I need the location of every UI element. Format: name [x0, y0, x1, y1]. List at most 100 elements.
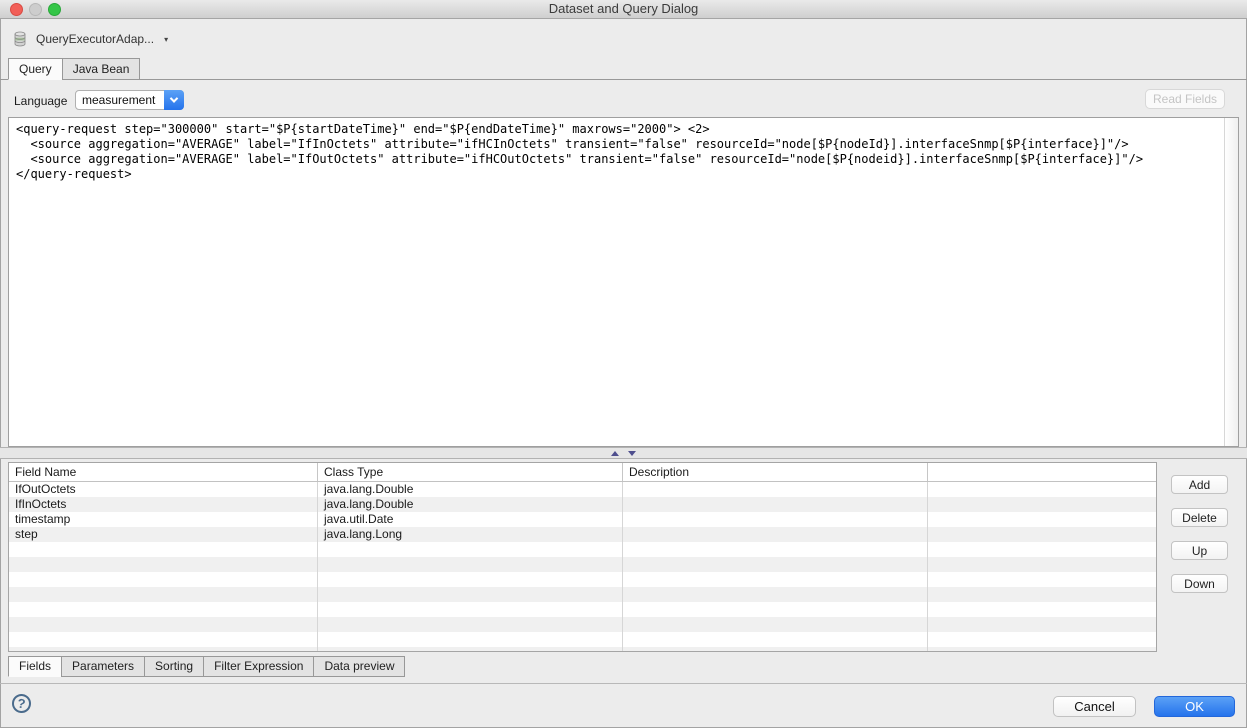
tab-query[interactable]: Query [8, 58, 63, 80]
tab-data-preview[interactable]: Data preview [313, 656, 405, 677]
table-cell [9, 587, 318, 602]
table-cell [623, 572, 928, 587]
table-cell [623, 647, 928, 652]
table-cell: java.util.Date [318, 512, 623, 527]
table-cell [318, 557, 623, 572]
table-cell [928, 527, 1156, 542]
tab-filter-expression[interactable]: Filter Expression [203, 656, 314, 677]
read-fields-button[interactable]: Read Fields [1145, 89, 1225, 109]
zoom-button[interactable] [48, 3, 61, 16]
tab-parameters[interactable]: Parameters [61, 656, 145, 677]
chevron-down-icon: ▾ [164, 35, 168, 44]
delete-button[interactable]: Delete [1171, 508, 1228, 527]
column-header-class-type[interactable]: Class Type [318, 463, 623, 481]
table-cell [9, 542, 318, 557]
fields-table-header: Field NameClass TypeDescription [9, 463, 1156, 482]
table-cell: java.lang.Long [318, 527, 623, 542]
fields-table: Field NameClass TypeDescription IfOutOct… [8, 462, 1157, 652]
table-row-empty[interactable] [9, 647, 1156, 652]
table-cell [623, 497, 928, 512]
query-editor[interactable]: <query-request step="300000" start="$P{s… [8, 117, 1239, 447]
table-row-empty[interactable] [9, 542, 1156, 557]
tab-java-bean[interactable]: Java Bean [62, 58, 141, 80]
table-cell [928, 647, 1156, 652]
language-select[interactable]: measurement [75, 90, 184, 110]
table-cell [9, 572, 318, 587]
table-cell [623, 512, 928, 527]
combo-dropdown-button[interactable] [164, 90, 184, 110]
table-cell [623, 557, 928, 572]
table-cell [928, 602, 1156, 617]
table-cell [623, 632, 928, 647]
table-row[interactable]: stepjava.lang.Long [9, 527, 1156, 542]
table-cell [623, 587, 928, 602]
chevron-down-icon [170, 94, 178, 102]
tab-sorting[interactable]: Sorting [144, 656, 204, 677]
data-adapter-selector[interactable]: QueryExecutorAdap... [36, 32, 154, 46]
language-selected-value: measurement [76, 93, 164, 107]
table-cell [928, 617, 1156, 632]
up-button[interactable]: Up [1171, 541, 1228, 560]
table-cell [9, 632, 318, 647]
table-cell [318, 617, 623, 632]
table-cell [928, 572, 1156, 587]
table-row[interactable]: timestampjava.util.Date [9, 512, 1156, 527]
table-cell [9, 557, 318, 572]
table-cell [318, 602, 623, 617]
table-cell [928, 482, 1156, 497]
close-button[interactable] [10, 3, 23, 16]
database-icon [12, 31, 28, 47]
table-row[interactable]: IfOutOctetsjava.lang.Double [9, 482, 1156, 497]
table-cell [623, 617, 928, 632]
table-buttons: Add Delete Up Down [1171, 475, 1228, 607]
table-cell: java.lang.Double [318, 497, 623, 512]
window-title: Dataset and Query Dialog [0, 0, 1247, 18]
language-label: Language [14, 94, 67, 108]
collapse-down-icon[interactable] [628, 451, 636, 456]
table-cell [9, 602, 318, 617]
collapse-up-icon[interactable] [611, 451, 619, 456]
ok-button[interactable]: OK [1154, 696, 1235, 717]
column-header-description[interactable]: Description [623, 463, 928, 481]
table-row[interactable]: IfInOctetsjava.lang.Double [9, 497, 1156, 512]
table-cell [318, 632, 623, 647]
help-button[interactable]: ? [11, 693, 32, 714]
table-cell [623, 602, 928, 617]
column-header-field-name[interactable]: Field Name [9, 463, 318, 481]
table-cell [318, 572, 623, 587]
table-cell [928, 557, 1156, 572]
table-cell: IfInOctets [9, 497, 318, 512]
table-row-empty[interactable] [9, 617, 1156, 632]
table-cell [9, 617, 318, 632]
table-cell [318, 542, 623, 557]
tab-fields[interactable]: Fields [8, 656, 62, 677]
table-cell [623, 542, 928, 557]
minimize-button[interactable] [29, 3, 42, 16]
table-row-empty[interactable] [9, 557, 1156, 572]
dataset-query-dialog-window: { "window": { "title": "Dataset and Quer… [0, 0, 1247, 728]
table-cell [623, 482, 928, 497]
table-row-empty[interactable] [9, 572, 1156, 587]
table-cell [318, 647, 623, 652]
data-adapter-row[interactable]: QueryExecutorAdap... ▾ [12, 31, 168, 47]
down-button[interactable]: Down [1171, 574, 1228, 593]
table-row-empty[interactable] [9, 632, 1156, 647]
table-cell: step [9, 527, 318, 542]
table-row-empty[interactable] [9, 587, 1156, 602]
footer-divider [0, 683, 1247, 684]
table-cell [928, 542, 1156, 557]
title-bar[interactable]: Dataset and Query Dialog [0, 0, 1247, 19]
bottom-tab-bar: FieldsParametersSortingFilter Expression… [8, 656, 405, 677]
cancel-button[interactable]: Cancel [1053, 696, 1136, 717]
splitter-handle[interactable] [0, 447, 1247, 459]
add-button[interactable]: Add [1171, 475, 1228, 494]
table-cell [928, 632, 1156, 647]
table-cell [318, 587, 623, 602]
table-cell [928, 587, 1156, 602]
table-row-empty[interactable] [9, 602, 1156, 617]
table-cell [928, 497, 1156, 512]
query-text[interactable]: <query-request step="300000" start="$P{s… [16, 122, 1143, 182]
fields-table-body: IfOutOctetsjava.lang.DoubleIfInOctetsjav… [9, 482, 1156, 652]
query-scrollbar[interactable] [1224, 118, 1238, 446]
column-header-extra[interactable] [928, 463, 1156, 481]
